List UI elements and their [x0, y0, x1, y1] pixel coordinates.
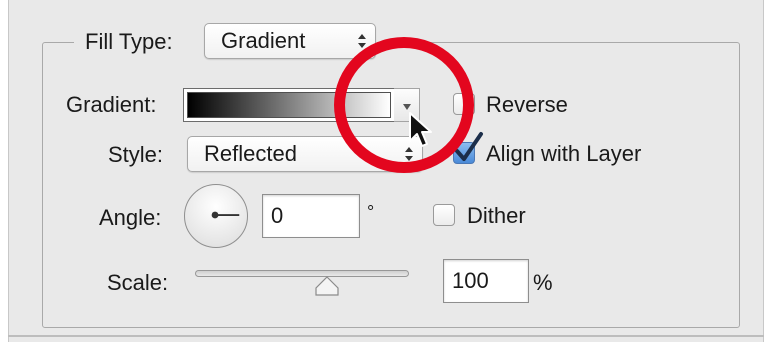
- align-with-layer-label[interactable]: Align with Layer: [486, 141, 641, 167]
- style-value: Reflected: [204, 141, 297, 166]
- angle-input[interactable]: 0: [262, 194, 360, 238]
- angle-indicator: [211, 211, 240, 219]
- fill-type-select[interactable]: Gradient: [204, 23, 376, 59]
- reverse-label[interactable]: Reverse: [486, 92, 568, 118]
- panel-divider: [8, 335, 764, 337]
- scale-unit: %: [533, 270, 553, 295]
- gradient-label: Gradient:: [66, 92, 157, 117]
- dither-checkbox[interactable]: [433, 204, 455, 226]
- angle-dial[interactable]: [184, 184, 248, 248]
- scale-value: 100: [452, 268, 489, 293]
- angle-label: Angle:: [99, 205, 162, 230]
- scale-input[interactable]: 100: [443, 259, 529, 303]
- angle-value: 0: [271, 203, 284, 228]
- fill-type-label: Fill Type:: [85, 29, 173, 54]
- scale-slider-track[interactable]: [195, 270, 409, 277]
- dither-label[interactable]: Dither: [467, 203, 526, 229]
- style-label: Style:: [108, 142, 164, 167]
- scale-label: Scale:: [107, 270, 169, 295]
- fill-type-value: Gradient: [221, 28, 306, 53]
- angle-unit: °: [367, 202, 375, 222]
- highlight-circle: [334, 37, 474, 173]
- scale-slider-thumb[interactable]: [315, 276, 339, 296]
- mouse-pointer-icon: [409, 112, 432, 147]
